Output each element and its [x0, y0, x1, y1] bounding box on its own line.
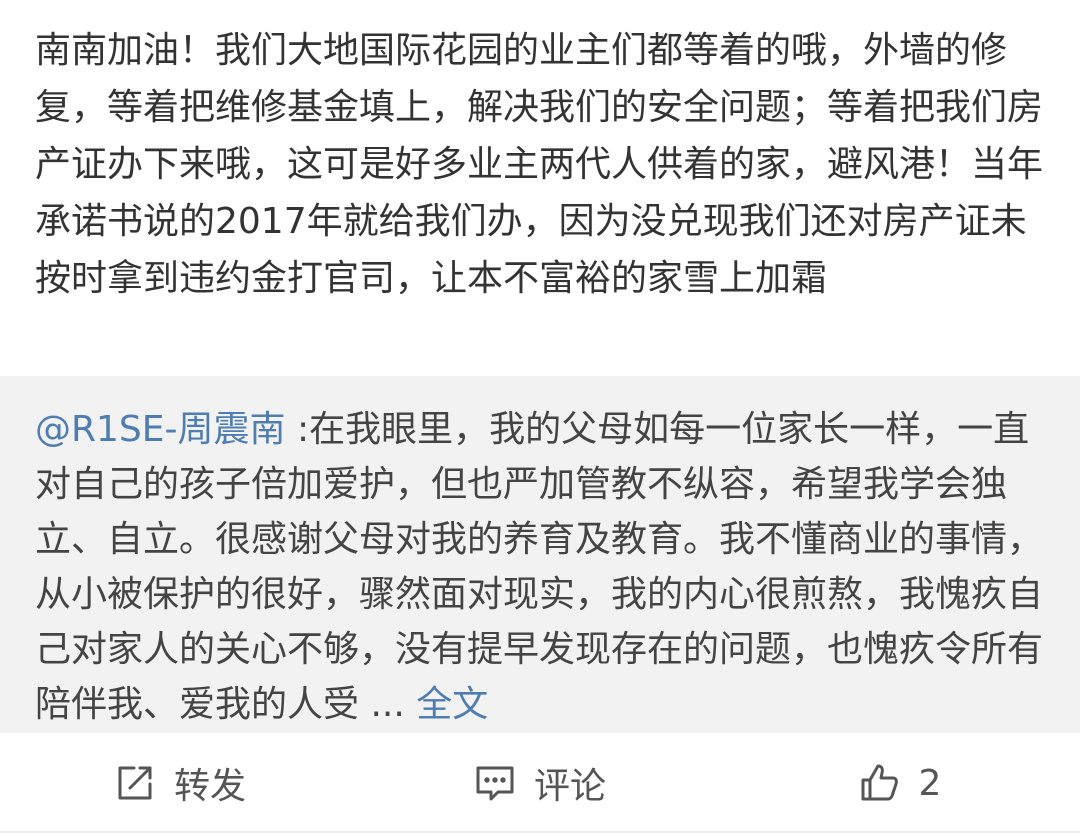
like-button[interactable]: 2 [720, 762, 1080, 804]
comment-label: 评论 [533, 766, 606, 807]
repost-label: 转发 [173, 766, 246, 807]
quoted-post-text: :在我眼里，我的父母如每一位家长一样，一直对自己的孩子倍加爱护，但也严加管教不纵… [35, 409, 1044, 725]
quoted-author-mention[interactable]: @R1SE-周震南 [35, 409, 286, 450]
comment-icon [474, 762, 516, 804]
share-edit-icon [114, 762, 156, 804]
action-bar: 转发 评论 2 [0, 733, 1080, 833]
repost-button[interactable]: 转发 [0, 757, 360, 809]
weibo-post: 南南加油！我们大地国际花园的业主们都等着的哦，外墙的修复，等着把维修基金填上，解… [0, 0, 1080, 833]
like-count: 2 [918, 762, 942, 804]
thumbs-up-icon [859, 762, 901, 804]
comment-button[interactable]: 评论 [360, 757, 720, 809]
post-text: 南南加油！我们大地国际花园的业主们都等着的哦，外墙的修复，等着把维修基金填上，解… [35, 30, 1044, 299]
full-text-link[interactable]: 全文 [416, 684, 488, 725]
quoted-post[interactable]: @R1SE-周震南 :在我眼里，我的父母如每一位家长一样，一直对自己的孩子倍加爱… [35, 402, 1045, 732]
